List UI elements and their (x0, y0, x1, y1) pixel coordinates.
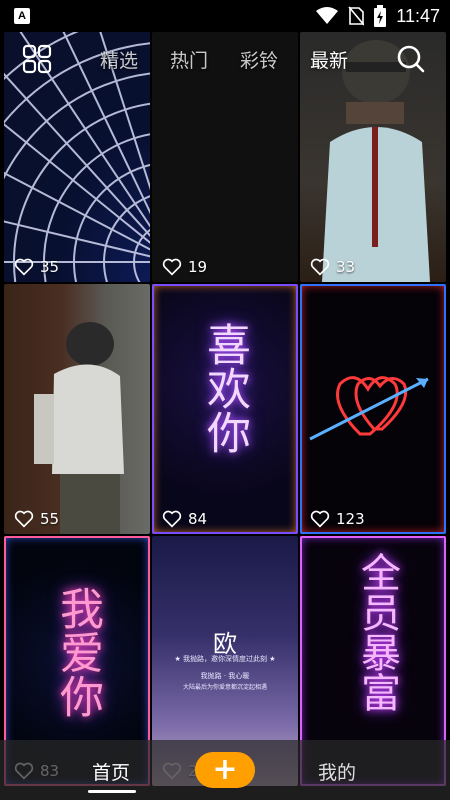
video-card-6[interactable]: 123 (300, 284, 446, 534)
heart-icon (162, 258, 182, 276)
like-count-value: 35 (40, 258, 60, 276)
tab-ringtone[interactable]: 彩铃 (240, 46, 278, 73)
like-count[interactable]: 19 (162, 258, 207, 276)
heart-icon (310, 510, 330, 528)
like-count[interactable]: 35 (14, 258, 59, 276)
add-button[interactable]: + (195, 752, 255, 788)
heart-icon (14, 510, 34, 528)
video-card-4[interactable]: 55 (4, 284, 150, 534)
card-8-subtitle: ★ 我抛路，邀你深情度过此刻 ★ (174, 655, 276, 663)
search-icon[interactable] (396, 44, 426, 74)
like-count[interactable]: 123 (310, 510, 365, 528)
bottom-navigation: 首页 + 我的 (0, 740, 450, 800)
video-card-5[interactable]: 喜欢你 84 (152, 284, 298, 534)
like-count-value: 84 (188, 510, 208, 528)
card-9-text: 全员暴富 (354, 552, 400, 712)
card-5-text: 喜欢你 (199, 322, 250, 454)
category-grid-icon[interactable] (22, 44, 52, 74)
like-count-value: 55 (40, 510, 60, 528)
status-time: 11:47 (396, 5, 440, 26)
card-4-artwork (34, 322, 124, 534)
battery-charging-icon (374, 5, 387, 27)
like-count[interactable]: 33 (310, 258, 355, 276)
card-8-line: 大陆最后为你爱意都沉淀起相遇 (182, 684, 267, 691)
video-grid: 35 19 33 55 喜欢你 84 123 我爱你 欧 ★ 我抛路，邀你深情度… (4, 32, 446, 786)
wifi-icon (316, 7, 339, 24)
tab-featured[interactable]: 精选 (100, 46, 138, 73)
tab-hot[interactable]: 热门 (170, 46, 208, 73)
heart-icon (14, 258, 34, 276)
nav-home-indicator (88, 790, 136, 793)
app-notification-icon: A (14, 8, 30, 24)
like-count-value: 123 (336, 510, 365, 528)
like-count-value: 19 (188, 258, 208, 276)
card-6-artwork (309, 376, 429, 441)
nav-home[interactable]: 首页 (92, 758, 130, 785)
plus-icon: + (212, 752, 238, 787)
nav-me[interactable]: 我的 (318, 758, 356, 785)
like-count-value: 33 (336, 258, 356, 276)
card-8-small-text: 我抛路 · 我心暖 (200, 672, 250, 680)
status-right: 11:47 (316, 5, 440, 27)
heart-icon (162, 510, 182, 528)
no-sim-icon (348, 6, 365, 26)
heart-icon (310, 258, 330, 276)
card-7-text: 我爱你 (52, 586, 103, 718)
status-bar: A 11:47 (0, 0, 450, 32)
tab-latest[interactable]: 最新 (310, 46, 348, 73)
like-count[interactable]: 55 (14, 510, 59, 528)
like-count[interactable]: 84 (162, 510, 207, 528)
